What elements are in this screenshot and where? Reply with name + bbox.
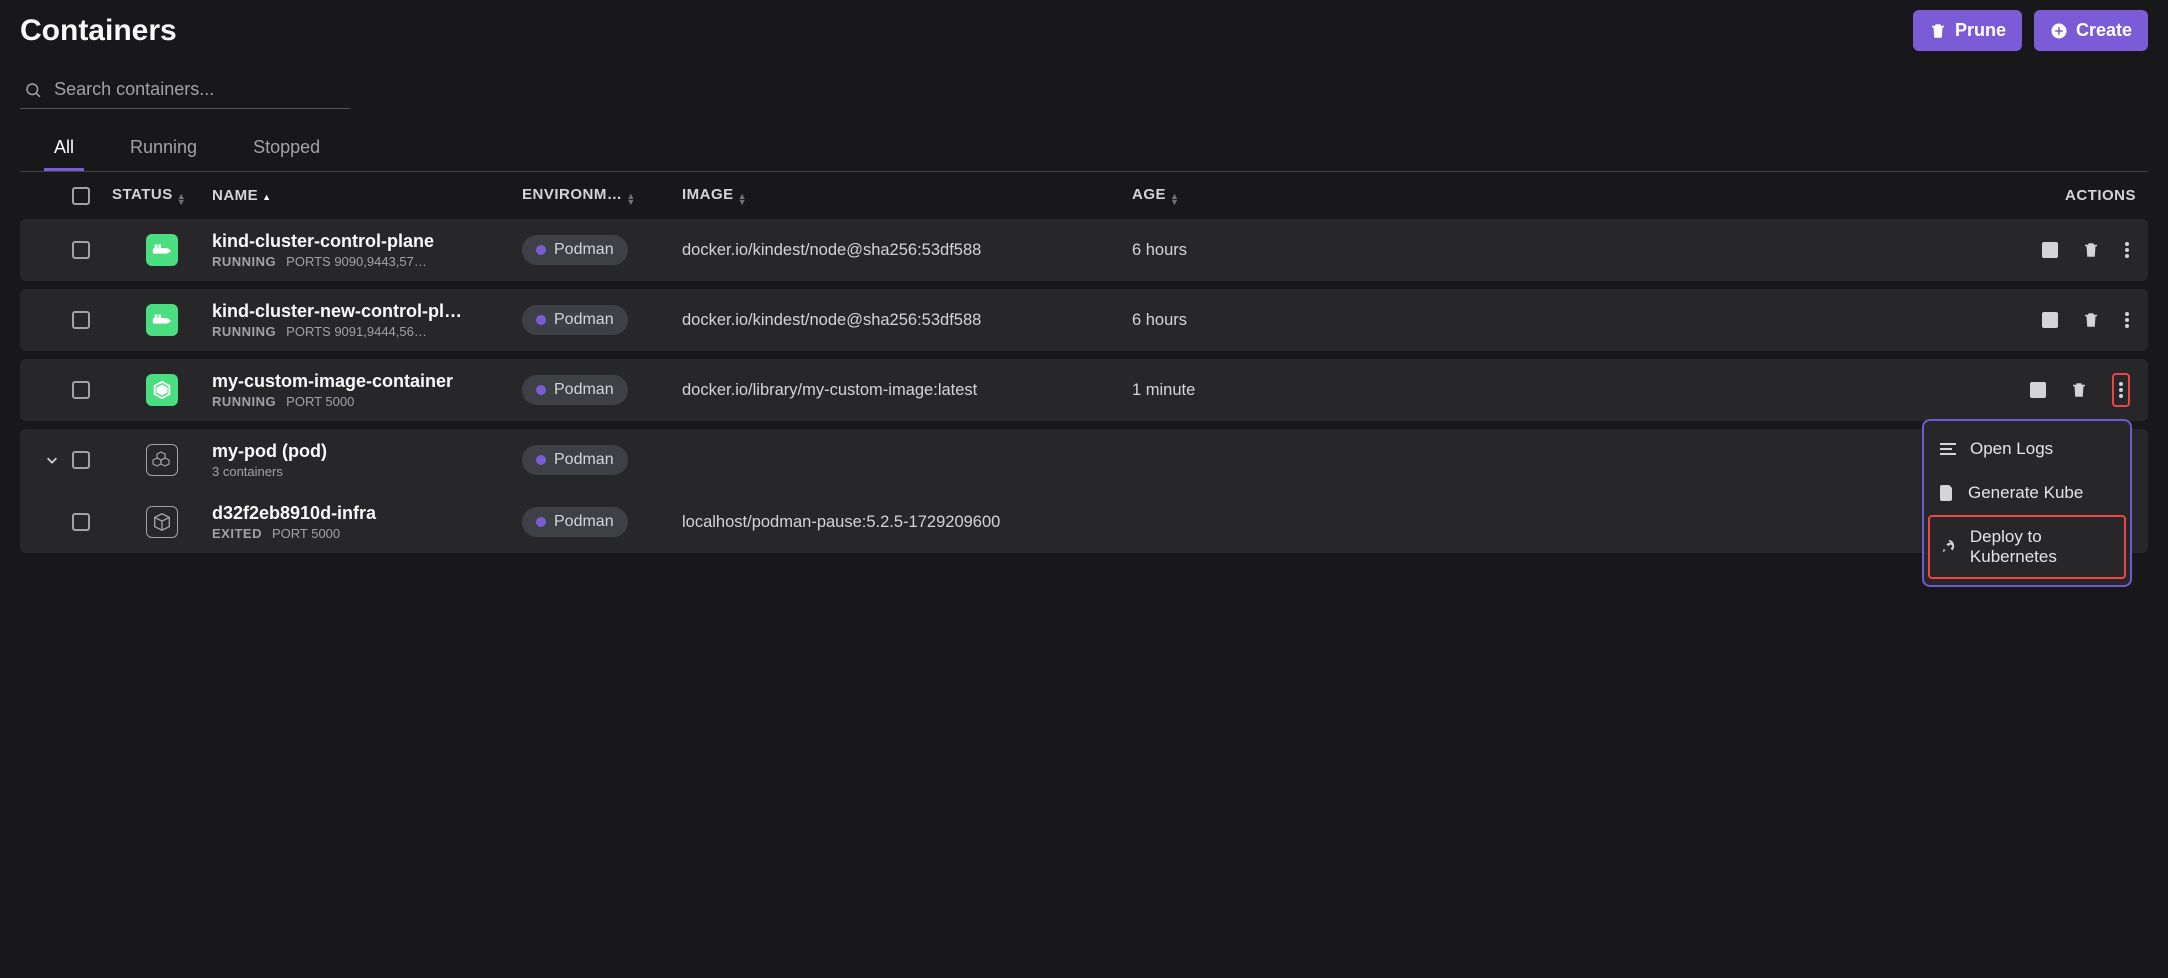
stop-icon[interactable] — [2042, 312, 2058, 328]
age-text: 1 minute — [1132, 381, 1252, 400]
prune-button[interactable]: Prune — [1913, 10, 2022, 51]
status-text: RUNNING — [212, 324, 276, 339]
kebab-icon[interactable] — [2124, 241, 2130, 259]
trash-icon[interactable] — [2082, 241, 2100, 259]
image-text: docker.io/kindest/node@sha256:53df588 — [682, 311, 1132, 330]
image-text: localhost/podman-pause:5.2.5-1729209600 — [682, 513, 1132, 532]
container-exited-icon — [146, 506, 178, 538]
dot-icon — [536, 385, 546, 395]
dot-icon — [536, 517, 546, 527]
name-cell[interactable]: kind-cluster-new-control-pl… RUNNING PORT… — [212, 301, 522, 339]
table-row: d32f2eb8910d-infra EXITED PORT 5000 Podma… — [20, 491, 2148, 553]
container-name: kind-cluster-control-plane — [212, 231, 522, 252]
table-row: my-pod (pod) 3 containers Podman — [20, 429, 2148, 491]
container-name: my-custom-image-container — [212, 371, 522, 392]
col-name[interactable]: NAME▲ — [212, 187, 522, 204]
col-actions: ACTIONS — [1252, 187, 2136, 204]
name-cell[interactable]: my-pod (pod) 3 containers — [212, 441, 522, 479]
status-text: RUNNING — [212, 394, 276, 409]
menu-generate-kube[interactable]: Generate Kube — [1924, 471, 2130, 515]
kebab-button-active[interactable] — [2112, 373, 2130, 407]
dot-icon — [536, 315, 546, 325]
ports-text: PORT 5000 — [286, 394, 354, 409]
status-text: EXITED — [212, 526, 262, 541]
age-text: 6 hours — [1132, 311, 1252, 330]
image-text: docker.io/kindest/node@sha256:53df588 — [682, 241, 1132, 260]
status-text: RUNNING — [212, 254, 276, 269]
pod-icon — [146, 444, 178, 476]
pod-name: my-pod (pod) — [212, 441, 522, 462]
prune-label: Prune — [1955, 20, 2006, 41]
name-cell[interactable]: my-custom-image-container RUNNING PORT 50… — [212, 371, 522, 409]
rocket-icon — [1942, 539, 1956, 555]
tabs: All Running Stopped — [20, 127, 2148, 172]
env-badge: Podman — [522, 235, 628, 265]
ports-text: PORTS 9091,9444,56… — [286, 324, 427, 339]
container-name: d32f2eb8910d-infra — [212, 503, 522, 524]
stop-icon[interactable] — [2042, 242, 2058, 258]
trash-icon[interactable] — [2070, 381, 2088, 399]
dot-icon — [536, 245, 546, 255]
container-running-icon — [146, 374, 178, 406]
env-badge: Podman — [522, 445, 628, 475]
name-cell[interactable]: kind-cluster-control-plane RUNNING PORTS … — [212, 231, 522, 269]
env-badge: Podman — [522, 375, 628, 405]
image-text: docker.io/library/my-custom-image:latest — [682, 381, 1132, 400]
file-icon — [1940, 485, 1954, 501]
select-all-checkbox[interactable] — [72, 187, 90, 205]
env-badge: Podman — [522, 305, 628, 335]
tab-running[interactable]: Running — [120, 127, 207, 171]
header-buttons: Prune Create — [1913, 10, 2148, 51]
table-row: my-custom-image-container RUNNING PORT 50… — [20, 359, 2148, 421]
row-checkbox[interactable] — [72, 451, 90, 469]
name-cell[interactable]: d32f2eb8910d-infra EXITED PORT 5000 — [212, 503, 522, 541]
container-running-icon — [146, 234, 178, 266]
kebab-icon — [2118, 381, 2124, 399]
logs-icon — [1940, 441, 1956, 457]
col-image[interactable]: IMAGE▲▼ — [682, 186, 1132, 205]
tab-all[interactable]: All — [44, 127, 84, 171]
search-input[interactable] — [54, 79, 346, 100]
kebab-icon[interactable] — [2124, 311, 2130, 329]
create-label: Create — [2076, 20, 2132, 41]
container-name: kind-cluster-new-control-pl… — [212, 301, 522, 322]
container-running-icon — [146, 304, 178, 336]
plus-circle-icon — [2050, 22, 2068, 40]
context-menu: Open Logs Generate Kube Deploy to Kubern… — [1922, 419, 2132, 587]
row-checkbox[interactable] — [72, 381, 90, 399]
page-title: Containers — [20, 14, 177, 48]
trash-icon[interactable] — [2082, 311, 2100, 329]
stop-icon[interactable] — [2030, 382, 2046, 398]
col-status[interactable]: STATUS▲▼ — [112, 186, 212, 205]
tab-stopped[interactable]: Stopped — [243, 127, 330, 171]
search-container — [20, 71, 350, 109]
row-checkbox[interactable] — [72, 311, 90, 329]
env-badge: Podman — [522, 507, 628, 537]
col-age[interactable]: AGE▲▼ — [1132, 186, 1252, 205]
search-icon — [24, 80, 42, 100]
chevron-down-icon[interactable] — [45, 453, 59, 467]
col-env[interactable]: ENVIRONM…▲▼ — [522, 186, 682, 205]
age-text: 6 hours — [1132, 241, 1252, 260]
pod-sub: 3 containers — [212, 464, 283, 479]
ports-text: PORTS 9090,9443,57… — [286, 254, 427, 269]
ports-text: PORT 5000 — [272, 526, 340, 541]
dot-icon — [536, 455, 546, 465]
create-button[interactable]: Create — [2034, 10, 2148, 51]
page-header: Containers Prune Create — [20, 10, 2148, 51]
table-row: kind-cluster-new-control-pl… RUNNING PORT… — [20, 289, 2148, 351]
row-checkbox[interactable] — [72, 513, 90, 531]
table-header: STATUS▲▼ NAME▲ ENVIRONM…▲▼ IMAGE▲▼ AGE▲▼… — [20, 172, 2148, 219]
menu-open-logs[interactable]: Open Logs — [1924, 427, 2130, 471]
menu-deploy-kubernetes[interactable]: Deploy to Kubernetes — [1928, 515, 2126, 579]
table-row: kind-cluster-control-plane RUNNING PORTS … — [20, 219, 2148, 281]
row-checkbox[interactable] — [72, 241, 90, 259]
trash-icon — [1929, 22, 1947, 40]
